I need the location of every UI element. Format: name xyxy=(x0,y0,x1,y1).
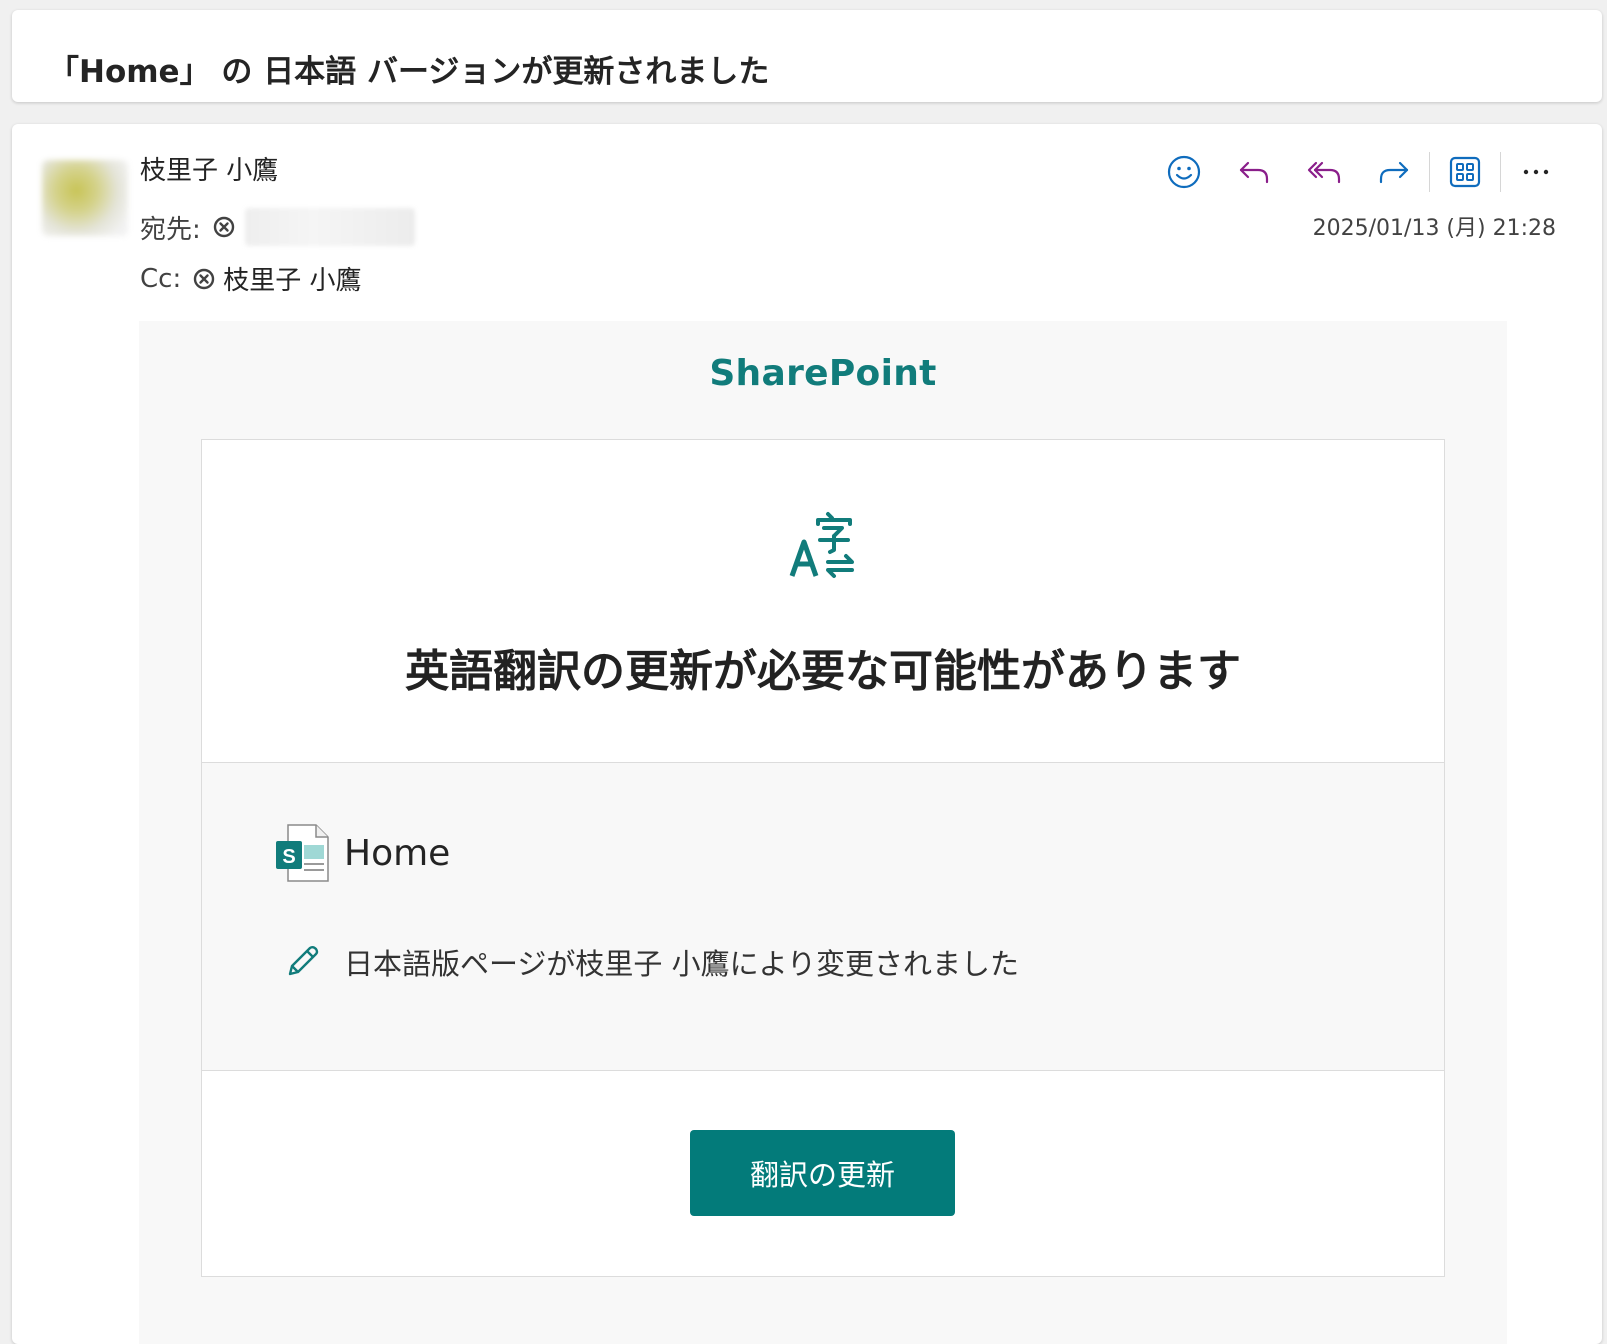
toolbar-divider xyxy=(1429,152,1430,192)
email-subject: 「Home」 の 日本語 バージョンが更新されました xyxy=(48,54,770,90)
more-icon xyxy=(1523,169,1549,175)
to-label: 宛先: xyxy=(140,214,201,245)
recipient-remove-icon[interactable] xyxy=(193,268,215,290)
message-pane: 枝里子 小鷹 宛先: Cc: 枝里子 小鷹 2025/01/13 (月) 21:… xyxy=(12,124,1602,1344)
to-recipient-redacted[interactable] xyxy=(244,208,415,246)
reply-button[interactable] xyxy=(1232,150,1276,194)
forward-icon xyxy=(1379,161,1409,184)
reply-icon xyxy=(1239,161,1269,184)
apps-button[interactable] xyxy=(1443,150,1487,194)
sender-name[interactable]: 枝里子 小鷹 xyxy=(140,150,278,187)
cc-recipient[interactable]: 枝里子 小鷹 xyxy=(223,260,361,297)
message-actions xyxy=(1162,150,1558,194)
forward-button[interactable] xyxy=(1372,150,1416,194)
reply-all-button[interactable] xyxy=(1302,150,1346,194)
recipient-remove-icon[interactable] xyxy=(213,216,235,238)
update-translation-button[interactable]: 翻訳の更新 xyxy=(690,1130,955,1216)
sharepoint-logo: SharePoint xyxy=(709,353,937,394)
svg-text:S: S xyxy=(282,846,295,868)
toolbar-divider xyxy=(1500,152,1501,192)
change-description: 日本語版ページが枝里子 小鷹により変更されました xyxy=(344,947,1020,981)
translate-icon xyxy=(789,512,854,578)
cta-section: 翻訳の更新 xyxy=(202,1071,1444,1276)
hero-section: 英語翻訳の更新が必要な可能性があります xyxy=(202,440,1444,763)
change-row: 日本語版ページが枝里子 小鷹により変更されました xyxy=(284,941,1019,983)
email-body: SharePoint 英語翻訳の更新が必要な可能性があります S Home 日本… xyxy=(139,321,1507,1344)
sharepoint-page-icon: S xyxy=(276,824,329,882)
cc-label: Cc: xyxy=(140,263,182,294)
to-line: 宛先: xyxy=(140,208,415,246)
reply-all-icon xyxy=(1307,161,1341,184)
headline: 英語翻訳の更新が必要な可能性があります xyxy=(405,646,1241,697)
apps-icon xyxy=(1449,156,1481,188)
detail-section: S Home 日本語版ページが枝里子 小鷹により変更されました xyxy=(202,763,1444,1071)
react-button[interactable] xyxy=(1162,150,1206,194)
notification-card: 英語翻訳の更新が必要な可能性があります S Home 日本語版ページが枝里子 小… xyxy=(201,439,1445,1277)
received-date: 2025/01/13 (月) 21:28 xyxy=(1312,216,1556,241)
cc-line: Cc: 枝里子 小鷹 xyxy=(140,260,361,297)
smiley-icon xyxy=(1167,155,1201,189)
pencil-icon xyxy=(288,946,319,976)
page-name[interactable]: Home xyxy=(344,833,450,874)
subject-bar: 「Home」 の 日本語 バージョンが更新されました xyxy=(12,10,1602,102)
page-link[interactable]: S Home xyxy=(274,823,450,883)
sender-avatar[interactable] xyxy=(42,160,128,236)
more-actions-button[interactable] xyxy=(1514,150,1558,194)
